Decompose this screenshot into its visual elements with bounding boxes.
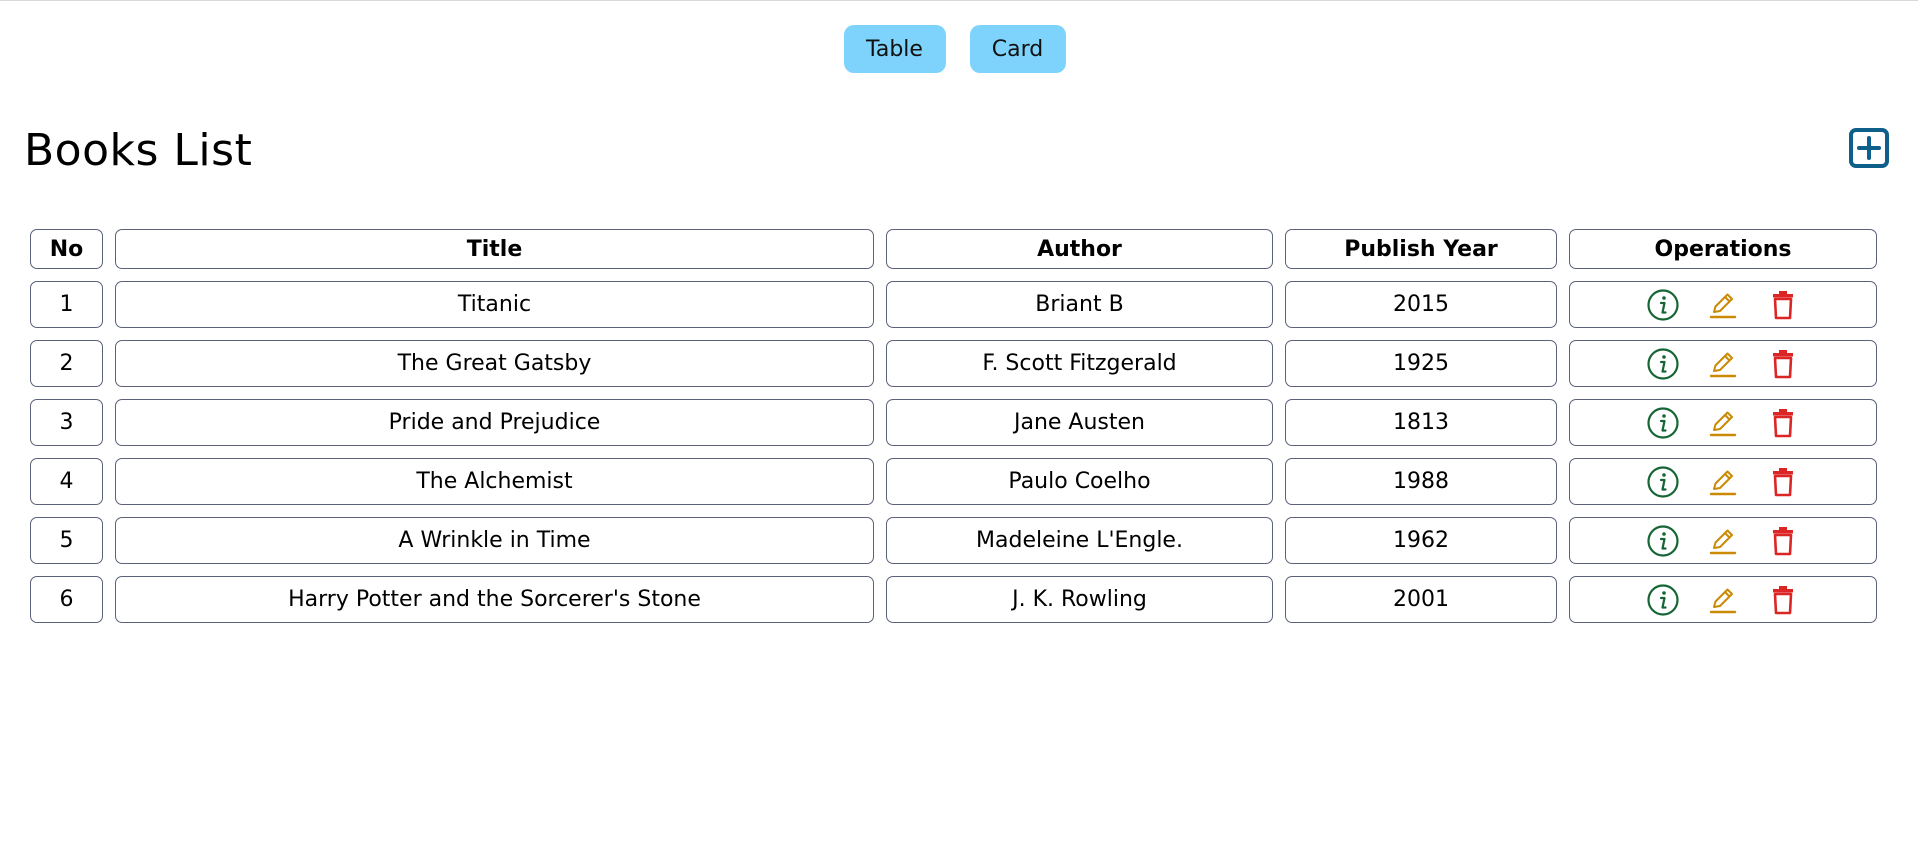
cell-no: 4 xyxy=(30,458,103,505)
operations-group xyxy=(1570,459,1876,504)
info-button[interactable] xyxy=(1645,464,1681,500)
info-button[interactable] xyxy=(1645,582,1681,618)
delete-button[interactable] xyxy=(1765,346,1801,382)
cell-publish-year: 1962 xyxy=(1285,517,1557,564)
cell-publish-year: 2001 xyxy=(1285,576,1557,623)
edit-button[interactable] xyxy=(1705,464,1741,500)
edit-button[interactable] xyxy=(1705,287,1741,323)
trash-icon xyxy=(1773,467,1793,496)
edit-button[interactable] xyxy=(1705,523,1741,559)
header-no: No xyxy=(30,229,103,269)
pencil-icon xyxy=(1709,529,1737,554)
cell-author: Jane Austen xyxy=(886,399,1273,446)
delete-button[interactable] xyxy=(1765,405,1801,441)
cell-title: Pride and Prejudice xyxy=(115,399,874,446)
header-publish-year: Publish Year xyxy=(1285,229,1557,269)
edit-button[interactable] xyxy=(1705,582,1741,618)
table-row: 3 Pride and Prejudice Jane Austen 1813 xyxy=(30,399,1877,446)
cell-no: 6 xyxy=(30,576,103,623)
info-circle-icon xyxy=(1647,347,1679,380)
operations-group xyxy=(1570,282,1876,327)
cell-title: A Wrinkle in Time xyxy=(115,517,874,564)
books-table-body: 1 Titanic Briant B 2015 2 The Great Gatsby F. … xyxy=(30,281,1877,623)
edit-button[interactable] xyxy=(1705,346,1741,382)
info-circle-icon xyxy=(1647,524,1679,557)
cell-title: Harry Potter and the Sorcerer's Stone xyxy=(115,576,874,623)
cell-title: The Great Gatsby xyxy=(115,340,874,387)
cell-publish-year: 2015 xyxy=(1285,281,1557,328)
cell-no: 3 xyxy=(30,399,103,446)
view-toggle: Table Card xyxy=(0,25,1918,73)
cell-author: F. Scott Fitzgerald xyxy=(886,340,1273,387)
pencil-icon xyxy=(1709,352,1737,377)
plus-square-icon xyxy=(1849,128,1889,168)
cell-author: Paulo Coelho xyxy=(886,458,1273,505)
cell-no: 2 xyxy=(30,340,103,387)
table-row: 5 A Wrinkle in Time Madeleine L'Engle. 1962 xyxy=(30,517,1877,564)
table-row: 2 The Great Gatsby F. Scott Fitzgerald 1925 xyxy=(30,340,1877,387)
info-circle-icon xyxy=(1647,406,1679,439)
info-circle-icon xyxy=(1647,465,1679,498)
cell-operations xyxy=(1569,399,1877,446)
operations-group xyxy=(1570,518,1876,563)
pencil-icon xyxy=(1709,588,1737,613)
cell-author: Briant B xyxy=(886,281,1273,328)
cell-operations xyxy=(1569,576,1877,623)
pencil-icon xyxy=(1709,470,1737,495)
info-button[interactable] xyxy=(1645,523,1681,559)
cell-author: J. K. Rowling xyxy=(886,576,1273,623)
cell-publish-year: 1988 xyxy=(1285,458,1557,505)
cell-title: Titanic xyxy=(115,281,874,328)
pencil-icon xyxy=(1709,293,1737,318)
cell-operations xyxy=(1569,281,1877,328)
delete-button[interactable] xyxy=(1765,582,1801,618)
cell-author: Madeleine L'Engle. xyxy=(886,517,1273,564)
card-view-button[interactable]: Card xyxy=(969,25,1066,73)
top-border xyxy=(0,0,1918,1)
table-row: 1 Titanic Briant B 2015 xyxy=(30,281,1877,328)
edit-button[interactable] xyxy=(1705,405,1741,441)
info-circle-icon xyxy=(1647,288,1679,321)
trash-icon xyxy=(1773,349,1793,378)
cell-publish-year: 1925 xyxy=(1285,340,1557,387)
header-author: Author xyxy=(886,229,1273,269)
trash-icon xyxy=(1773,290,1793,319)
page-title: Books List xyxy=(24,125,253,176)
table-row: 4 The Alchemist Paulo Coelho 1988 xyxy=(30,458,1877,505)
table-header-row: No Title Author Publish Year Operations xyxy=(30,229,1877,269)
cell-no: 5 xyxy=(30,517,103,564)
delete-button[interactable] xyxy=(1765,287,1801,323)
info-circle-icon xyxy=(1647,583,1679,616)
books-table: No Title Author Publish Year Operations … xyxy=(18,217,1889,635)
delete-button[interactable] xyxy=(1765,523,1801,559)
info-button[interactable] xyxy=(1645,287,1681,323)
table-row: 6 Harry Potter and the Sorcerer's Stone J.… xyxy=(30,576,1877,623)
table-view-button[interactable]: Table xyxy=(843,25,946,73)
cell-title: The Alchemist xyxy=(115,458,874,505)
cell-operations xyxy=(1569,458,1877,505)
operations-group xyxy=(1570,577,1876,622)
header-operations: Operations xyxy=(1569,229,1877,269)
info-button[interactable] xyxy=(1645,405,1681,441)
add-book-button[interactable] xyxy=(1848,127,1890,169)
cell-operations xyxy=(1569,517,1877,564)
cell-no: 1 xyxy=(30,281,103,328)
cell-operations xyxy=(1569,340,1877,387)
trash-icon xyxy=(1773,585,1793,614)
cell-publish-year: 1813 xyxy=(1285,399,1557,446)
operations-group xyxy=(1570,400,1876,445)
header-title: Title xyxy=(115,229,874,269)
delete-button[interactable] xyxy=(1765,464,1801,500)
pencil-icon xyxy=(1709,411,1737,436)
trash-icon xyxy=(1773,526,1793,555)
info-button[interactable] xyxy=(1645,346,1681,382)
operations-group xyxy=(1570,341,1876,386)
trash-icon xyxy=(1773,408,1793,437)
